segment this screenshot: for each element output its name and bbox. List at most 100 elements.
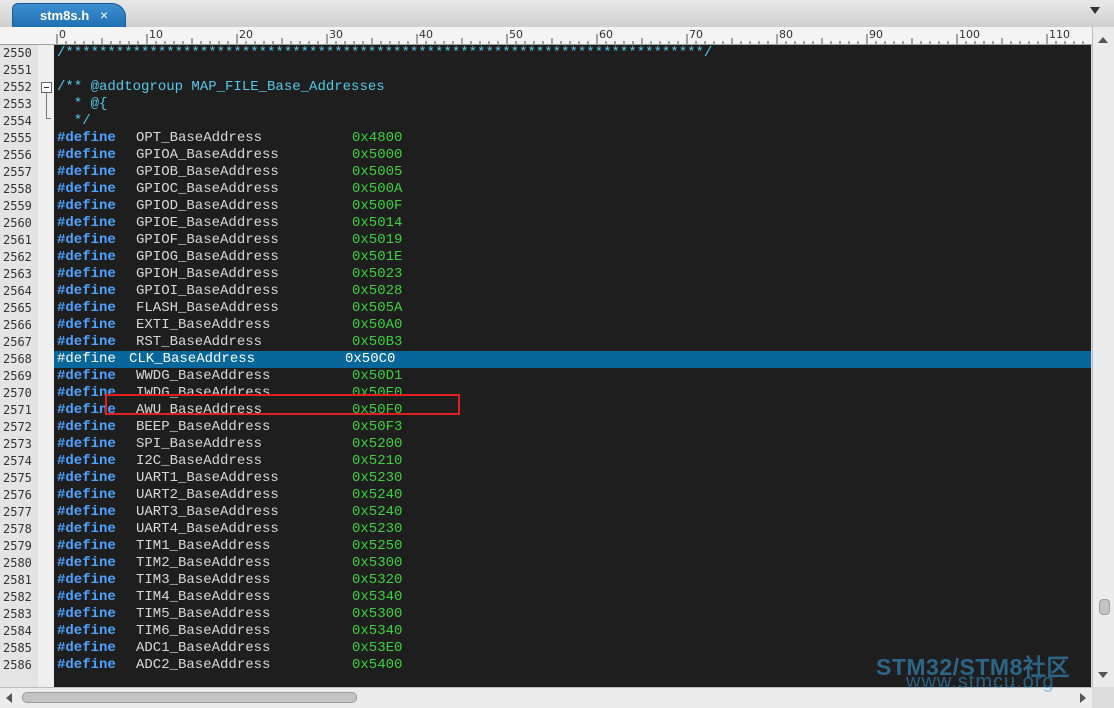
line-number: 2572 — [3, 420, 32, 434]
line-number: 2550 — [3, 46, 32, 60]
define-keyword: #define — [57, 317, 116, 333]
code-line[interactable]: #define GPIOE_BaseAddress 0x5014 — [54, 215, 1091, 232]
code-line[interactable]: #define FLASH_BaseAddress 0x505A — [54, 300, 1091, 317]
code-line[interactable]: #define BEEP_BaseAddress 0x50F3 — [54, 419, 1091, 436]
define-keyword: #define — [57, 487, 116, 503]
code-line[interactable]: #define GPIOI_BaseAddress 0x5028 — [54, 283, 1091, 300]
code-line[interactable]: #define TIM3_BaseAddress 0x5320 — [54, 572, 1091, 589]
address-value: 0x53E0 — [352, 640, 403, 656]
chevron-down-icon[interactable] — [1090, 7, 1100, 14]
scroll-up-icon[interactable] — [1098, 37, 1108, 43]
code-line[interactable]: #define OPT_BaseAddress 0x4800 — [54, 130, 1091, 147]
code-line[interactable]: #define UART1_BaseAddress 0x5230 — [54, 470, 1091, 487]
code-line[interactable]: #define GPIOA_BaseAddress 0x5000 — [54, 147, 1091, 164]
macro-name: GPIOD_BaseAddress — [136, 198, 279, 214]
code-line-selected[interactable]: #define CLK_BaseAddress 0x50C0 — [54, 351, 1091, 368]
line-number: 2554 — [3, 114, 32, 128]
address-value: 0x5240 — [352, 487, 403, 503]
code-line[interactable]: #define UART4_BaseAddress 0x5230 — [54, 521, 1091, 538]
vertical-scroll-thumb[interactable] — [1099, 599, 1110, 615]
fold-guide-end — [46, 118, 51, 119]
code-line[interactable]: #define I2C_BaseAddress 0x5210 — [54, 453, 1091, 470]
code-line[interactable]: #define GPIOD_BaseAddress 0x500F — [54, 198, 1091, 215]
code-line[interactable]: #define RST_BaseAddress 0x50B3 — [54, 334, 1091, 351]
code-line[interactable]: #define GPIOC_BaseAddress 0x500A — [54, 181, 1091, 198]
line-number-gutter: 2550 2551 2552 2553 2554 2555 2556 2557 2558 2559… — [0, 45, 38, 687]
line-number: 2551 — [3, 63, 32, 77]
close-icon[interactable]: × — [100, 7, 108, 23]
define-keyword: #define — [57, 249, 116, 265]
address-value: 0x5005 — [352, 164, 403, 180]
macro-name: I2C_BaseAddress — [136, 453, 263, 469]
code-line[interactable]: #define UART2_BaseAddress 0x5240 — [54, 487, 1091, 504]
code-line[interactable] — [54, 62, 1091, 79]
code-line[interactable]: #define TIM2_BaseAddress 0x5300 — [54, 555, 1091, 572]
horizontal-scroll-thumb[interactable] — [22, 692, 357, 703]
define-keyword: #define — [57, 130, 116, 146]
ruler-label: 90 — [869, 28, 883, 41]
define-keyword: #define — [57, 266, 116, 282]
macro-name: UART4_BaseAddress — [136, 521, 279, 537]
line-number: 2576 — [3, 488, 32, 502]
fold-margin — [38, 45, 54, 687]
line-number: 2583 — [3, 607, 32, 621]
ruler-label: 50 — [509, 28, 523, 41]
vertical-scrollbar[interactable] — [1092, 27, 1114, 687]
code-line[interactable]: #define TIM5_BaseAddress 0x5300 — [54, 606, 1091, 623]
line-number: 2565 — [3, 301, 32, 315]
address-value: 0x50B3 — [352, 334, 403, 350]
fold-collapse-icon[interactable] — [41, 82, 52, 93]
define-keyword: #define — [57, 232, 116, 248]
code-line[interactable]: #define EXTI_BaseAddress 0x50A0 — [54, 317, 1091, 334]
code-line[interactable]: #define WWDG_BaseAddress 0x50D1 — [54, 368, 1091, 385]
ruler-label: 80 — [779, 28, 793, 41]
line-number: 2563 — [3, 267, 32, 281]
address-value: 0x5400 — [352, 657, 403, 673]
code-line[interactable]: #define GPIOF_BaseAddress 0x5019 — [54, 232, 1091, 249]
code-line[interactable]: #define SPI_BaseAddress 0x5200 — [54, 436, 1091, 453]
line-number: 2582 — [3, 590, 32, 604]
line-number: 2575 — [3, 471, 32, 485]
code-line[interactable]: #define TIM1_BaseAddress 0x5250 — [54, 538, 1091, 555]
ruler-ticks — [56, 34, 1084, 44]
code-line[interactable]: #define UART3_BaseAddress 0x5240 — [54, 504, 1091, 521]
code-editor[interactable]: /***************************************… — [54, 45, 1091, 687]
ruler-label: 110 — [1049, 28, 1070, 41]
define-keyword: #define — [57, 215, 116, 231]
comment-text: /***************************************… — [57, 45, 713, 61]
line-number: 2570 — [3, 386, 32, 400]
address-value: 0x5320 — [352, 572, 403, 588]
address-value: 0x50A0 — [352, 317, 403, 333]
code-line[interactable]: */ — [54, 113, 1091, 130]
macro-name: GPIOA_BaseAddress — [136, 147, 279, 163]
macro-name: WWDG_BaseAddress — [136, 368, 271, 384]
line-number: 2580 — [3, 556, 32, 570]
macro-name: GPIOH_BaseAddress — [136, 266, 279, 282]
ruler-label: 60 — [599, 28, 613, 41]
address-value: 0x505A — [352, 300, 403, 316]
code-line[interactable]: #define GPIOG_BaseAddress 0x501E — [54, 249, 1091, 266]
code-line[interactable]: /** @addtogroup MAP_FILE_Base_Addresses — [54, 79, 1091, 96]
code-line[interactable]: /***************************************… — [54, 45, 1091, 62]
macro-name: ADC1_BaseAddress — [136, 640, 271, 656]
tab-bar: stm8s.h × — [0, 0, 1114, 28]
scroll-left-icon[interactable] — [6, 693, 12, 703]
scroll-right-icon[interactable] — [1080, 693, 1086, 703]
define-keyword: #define — [57, 504, 116, 520]
ruler-label: 20 — [239, 28, 253, 41]
code-line[interactable]: #define GPIOH_BaseAddress 0x5023 — [54, 266, 1091, 283]
code-line[interactable]: #define GPIOB_BaseAddress 0x5005 — [54, 164, 1091, 181]
address-value: 0x5300 — [352, 606, 403, 622]
define-keyword: #define — [57, 555, 116, 571]
code-line[interactable]: #define TIM4_BaseAddress 0x5340 — [54, 589, 1091, 606]
address-value: 0x5240 — [352, 504, 403, 520]
scroll-down-icon[interactable] — [1098, 672, 1108, 678]
macro-name: UART3_BaseAddress — [136, 504, 279, 520]
code-line[interactable]: * @{ — [54, 96, 1091, 113]
line-number: 2581 — [3, 573, 32, 587]
define-keyword: #define — [57, 198, 116, 214]
code-line[interactable]: #define TIM6_BaseAddress 0x5340 — [54, 623, 1091, 640]
tab-label: stm8s.h — [40, 8, 90, 23]
line-number: 2569 — [3, 369, 32, 383]
tab-stm8s-h[interactable]: stm8s.h × — [12, 3, 126, 28]
